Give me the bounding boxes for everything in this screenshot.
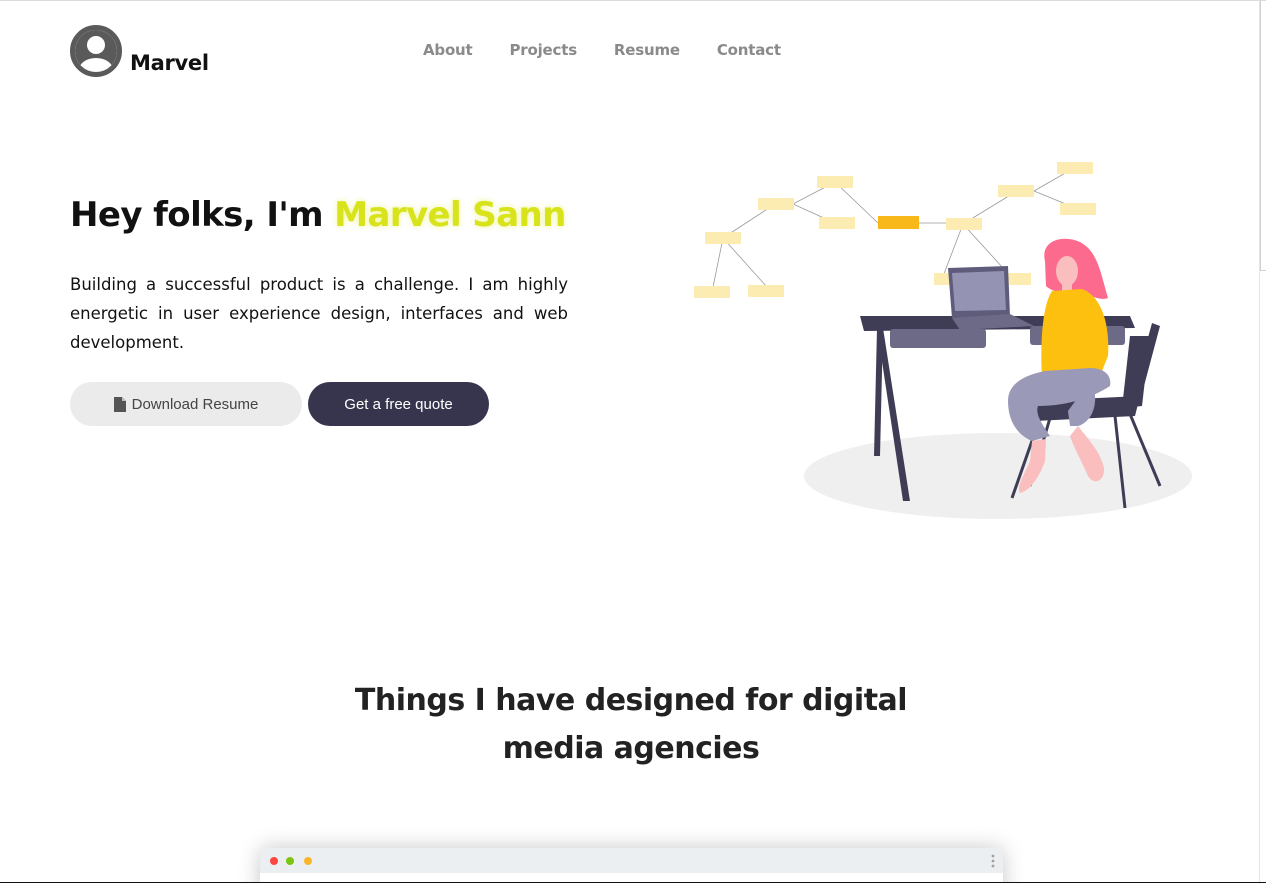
nav-projects[interactable]: Projects	[510, 41, 578, 59]
download-resume-button[interactable]: Download Resume	[70, 382, 302, 426]
hero-title-prefix: Hey folks, I'm	[70, 195, 335, 235]
free-quote-button[interactable]: Get a free quote	[308, 382, 489, 426]
logo[interactable]: Marvel	[70, 25, 209, 77]
kebab-menu-icon[interactable]	[991, 854, 995, 868]
nav-resume[interactable]: Resume	[614, 41, 680, 59]
hero-title: Hey folks, I'm Marvel Sann	[70, 195, 566, 235]
browser-toolbar	[260, 848, 1003, 873]
hero-description: Building a successful product is a chall…	[70, 275, 568, 352]
scrollbar-thumb[interactable]	[1260, 1, 1266, 271]
minimize-dot-icon	[304, 857, 312, 865]
hero-illustration	[694, 162, 1192, 519]
main-nav: About Projects Resume Contact	[423, 41, 818, 59]
close-dot-icon	[270, 857, 278, 865]
section-title: Things I have designed for digital media…	[354, 683, 908, 766]
scrollbar[interactable]	[1259, 1, 1266, 883]
nav-about[interactable]: About	[423, 41, 473, 59]
nav-contact[interactable]: Contact	[717, 41, 781, 59]
hero-name: Marvel Sann	[334, 195, 566, 235]
brand-name: Marvel	[130, 51, 209, 75]
download-resume-label: Download Resume	[131, 395, 259, 413]
maximize-dot-icon	[286, 857, 294, 865]
document-icon	[113, 396, 126, 412]
user-avatar-icon	[70, 25, 122, 77]
browser-mockup	[260, 848, 1003, 883]
